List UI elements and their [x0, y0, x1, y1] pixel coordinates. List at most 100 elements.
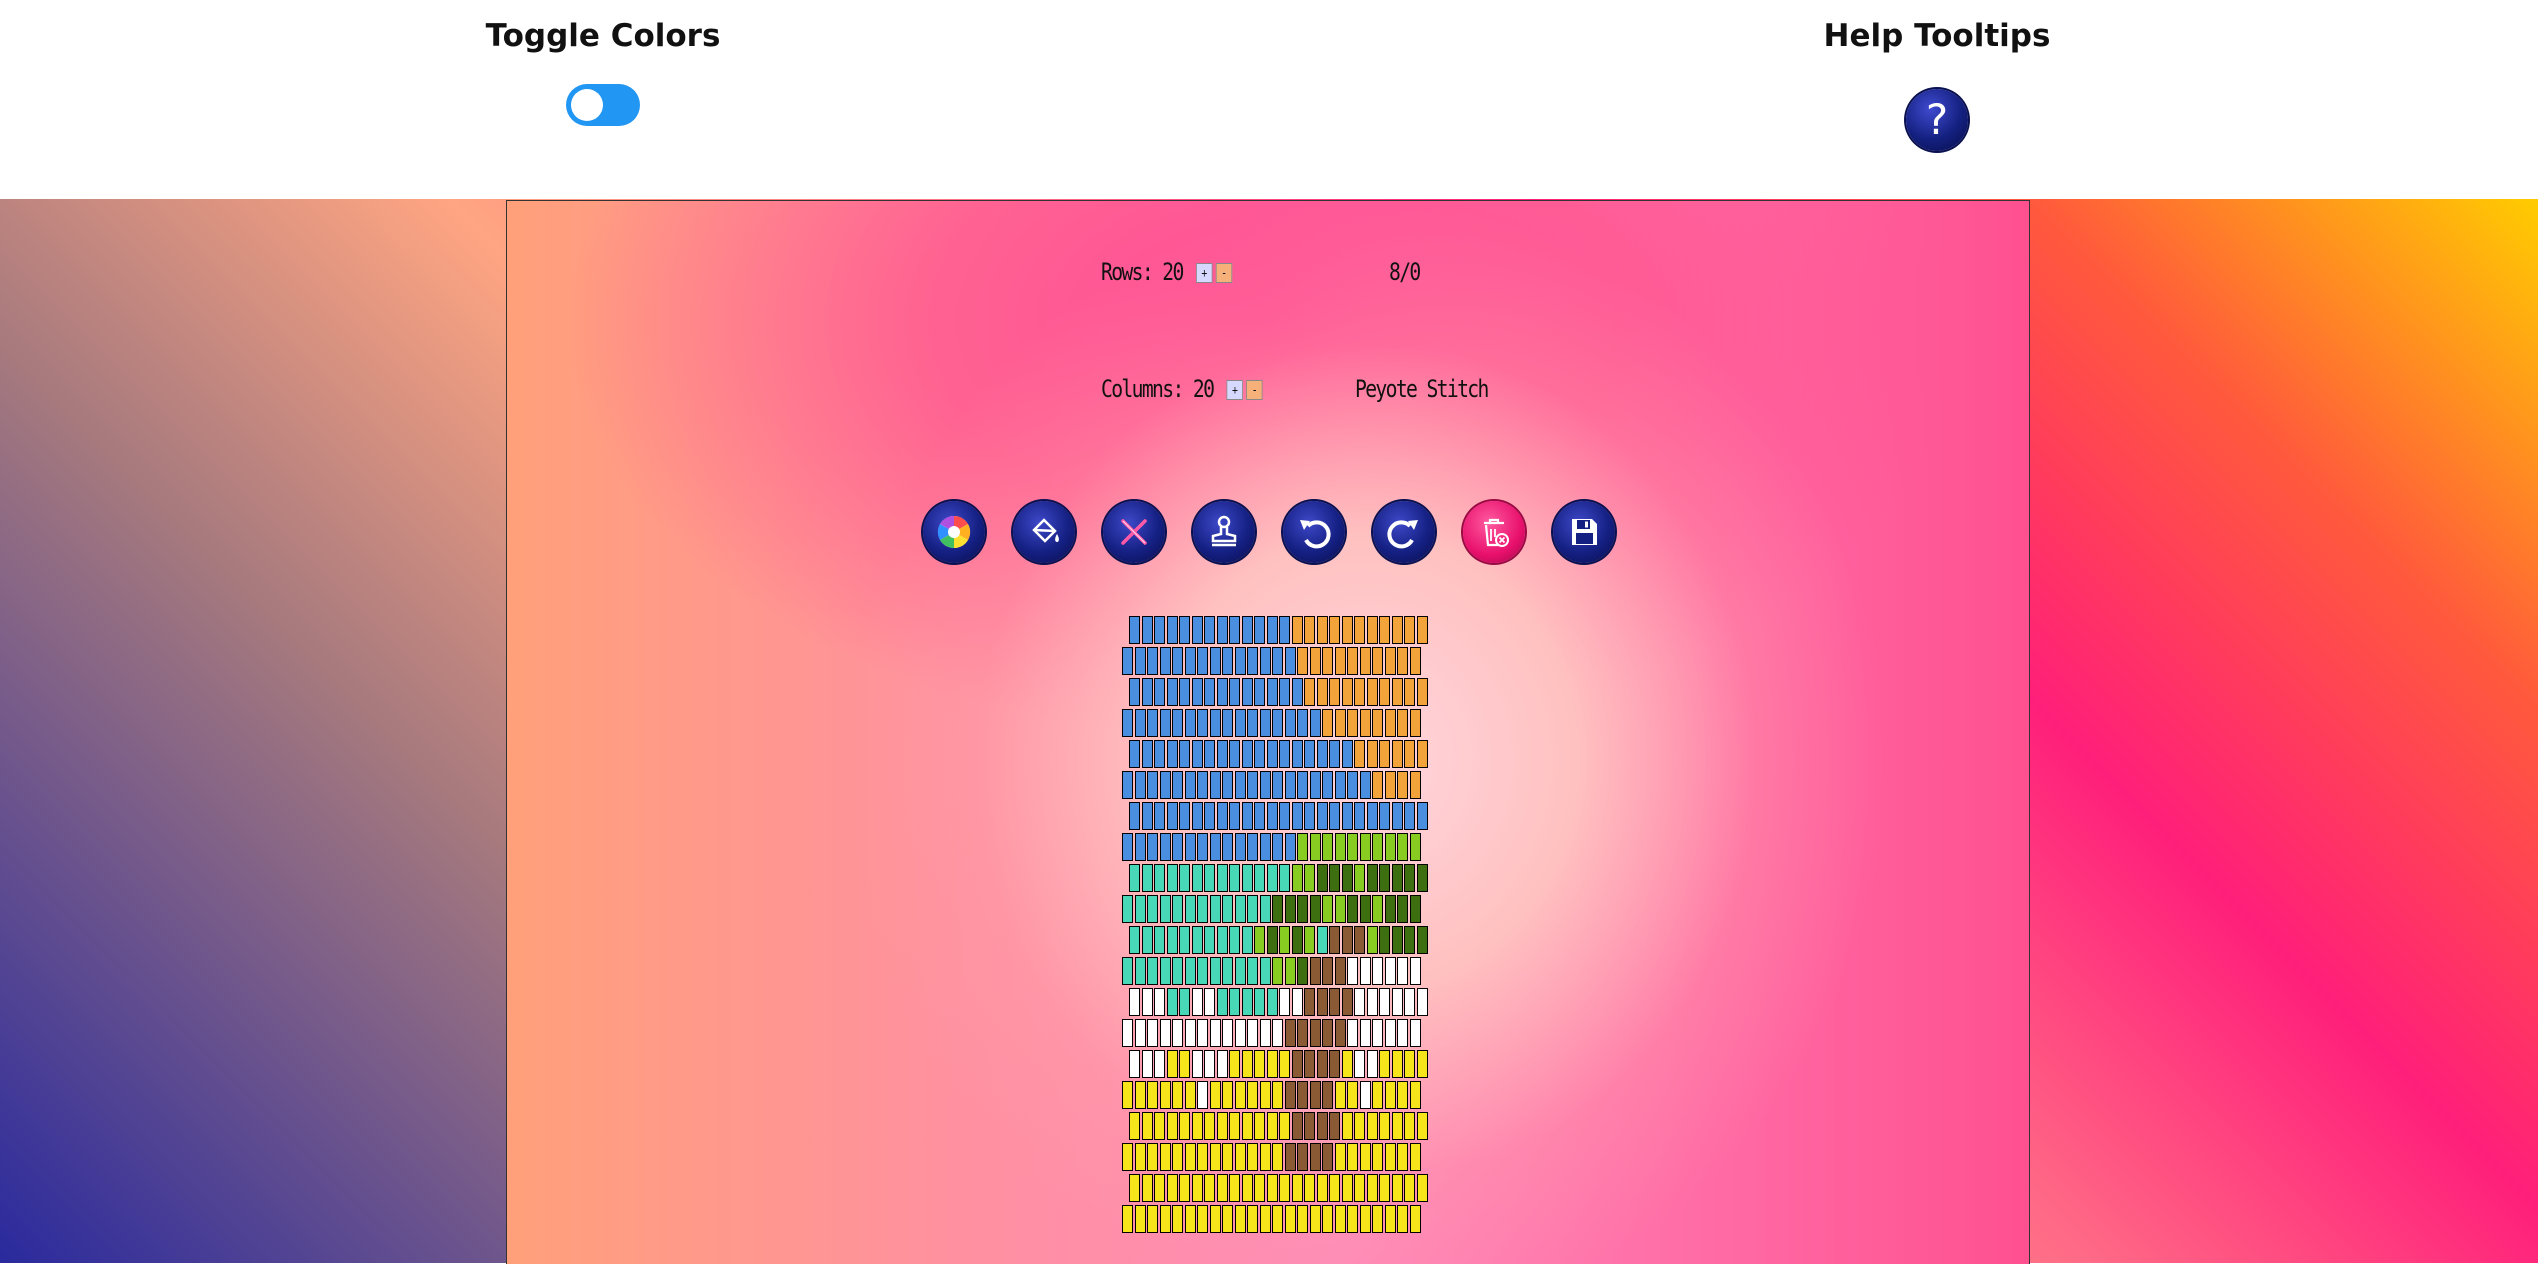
bead[interactable] [1304, 1050, 1315, 1078]
bead[interactable] [1341, 740, 1353, 768]
bead[interactable] [1134, 1143, 1146, 1171]
bead[interactable] [1166, 740, 1178, 768]
bead[interactable] [1134, 1205, 1146, 1233]
bead[interactable] [1266, 740, 1278, 768]
bead[interactable] [1272, 709, 1283, 737]
bead[interactable] [1297, 957, 1308, 985]
bead[interactable] [1297, 1019, 1308, 1047]
bead[interactable] [1416, 1174, 1428, 1202]
bead[interactable] [1397, 895, 1408, 923]
bead[interactable] [1409, 1205, 1421, 1233]
bead[interactable] [1297, 771, 1308, 799]
bead[interactable] [1241, 864, 1253, 892]
bead[interactable] [1304, 1174, 1315, 1202]
bead[interactable] [1122, 957, 1133, 985]
bead[interactable] [1222, 957, 1233, 985]
bead[interactable] [1247, 1081, 1258, 1109]
bead[interactable] [1229, 1174, 1240, 1202]
bead[interactable] [1154, 802, 1165, 830]
bead[interactable] [1241, 926, 1253, 954]
bead[interactable] [1184, 1205, 1196, 1233]
bead[interactable] [1222, 709, 1233, 737]
bead[interactable] [1284, 957, 1296, 985]
bead[interactable] [1197, 833, 1208, 861]
color-picker-button[interactable] [923, 501, 985, 563]
bead[interactable] [1172, 1019, 1183, 1047]
bead[interactable] [1334, 1081, 1346, 1109]
bead[interactable] [1404, 988, 1415, 1016]
bead[interactable] [1147, 1081, 1158, 1109]
bead[interactable] [1404, 926, 1415, 954]
bead[interactable] [1179, 1112, 1190, 1140]
bead[interactable] [1409, 647, 1421, 675]
bead[interactable] [1234, 833, 1246, 861]
bead[interactable] [1366, 802, 1378, 830]
bead[interactable] [1316, 926, 1328, 954]
bead[interactable] [1122, 1081, 1133, 1109]
bead[interactable] [1309, 1019, 1321, 1047]
bead[interactable] [1266, 1050, 1278, 1078]
bead[interactable] [1209, 833, 1221, 861]
bead[interactable] [1279, 616, 1290, 644]
bead[interactable] [1372, 647, 1383, 675]
bead[interactable] [1372, 895, 1383, 923]
bead[interactable] [1379, 988, 1390, 1016]
bead[interactable] [1409, 1019, 1421, 1047]
bead[interactable] [1134, 1019, 1146, 1047]
bead[interactable] [1159, 1081, 1171, 1109]
bead[interactable] [1329, 802, 1340, 830]
bead[interactable] [1204, 802, 1215, 830]
bead[interactable] [1184, 957, 1196, 985]
bead[interactable] [1247, 1143, 1258, 1171]
bead[interactable] [1259, 895, 1271, 923]
bead[interactable] [1291, 988, 1303, 1016]
bead[interactable] [1222, 1081, 1233, 1109]
bead[interactable] [1197, 895, 1208, 923]
bead[interactable] [1322, 1019, 1333, 1047]
bead[interactable] [1159, 1019, 1171, 1047]
bead[interactable] [1316, 802, 1328, 830]
bead[interactable] [1397, 957, 1408, 985]
bead[interactable] [1354, 1174, 1365, 1202]
bead[interactable] [1359, 647, 1371, 675]
bead[interactable] [1359, 957, 1371, 985]
bead[interactable] [1247, 1019, 1258, 1047]
clear-button[interactable] [1463, 501, 1525, 563]
bead[interactable] [1347, 1081, 1358, 1109]
bead[interactable] [1159, 833, 1171, 861]
bead[interactable] [1322, 771, 1333, 799]
bead[interactable] [1359, 1205, 1371, 1233]
help-question-icon[interactable]: ? [1906, 89, 1968, 151]
bead[interactable] [1166, 864, 1178, 892]
bead[interactable] [1122, 1019, 1133, 1047]
bead[interactable] [1366, 740, 1378, 768]
bead[interactable] [1409, 1081, 1421, 1109]
bead[interactable] [1234, 771, 1246, 799]
bead[interactable] [1379, 740, 1390, 768]
bead[interactable] [1247, 771, 1258, 799]
bead[interactable] [1304, 616, 1315, 644]
bead[interactable] [1316, 864, 1328, 892]
bead[interactable] [1304, 1112, 1315, 1140]
bead[interactable] [1322, 647, 1333, 675]
bead[interactable] [1391, 864, 1403, 892]
bead[interactable] [1216, 988, 1228, 1016]
bead[interactable] [1266, 1112, 1278, 1140]
bead[interactable] [1384, 895, 1396, 923]
bead[interactable] [1204, 988, 1215, 1016]
bead[interactable] [1272, 1019, 1283, 1047]
bead[interactable] [1316, 988, 1328, 1016]
bead[interactable] [1379, 926, 1390, 954]
bead[interactable] [1222, 647, 1233, 675]
bead[interactable] [1372, 1143, 1383, 1171]
bead[interactable] [1391, 740, 1403, 768]
bead[interactable] [1354, 988, 1365, 1016]
bead[interactable] [1229, 988, 1240, 1016]
bead[interactable] [1229, 740, 1240, 768]
bead[interactable] [1229, 1112, 1240, 1140]
bead[interactable] [1304, 740, 1315, 768]
bead[interactable] [1384, 1205, 1396, 1233]
bead[interactable] [1129, 1174, 1140, 1202]
bead[interactable] [1347, 957, 1358, 985]
bead[interactable] [1316, 1112, 1328, 1140]
